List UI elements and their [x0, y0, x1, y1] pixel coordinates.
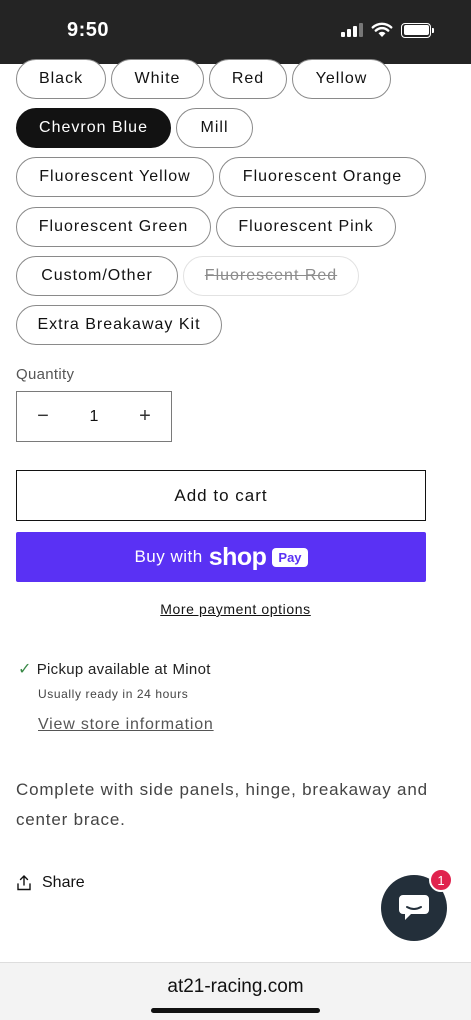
variant-red[interactable]: Red	[209, 59, 287, 99]
status-icons	[341, 22, 434, 38]
chat-bubble-icon	[399, 895, 429, 920]
variant-white[interactable]: White	[111, 59, 204, 99]
variant-fluorescent-red[interactable]: Fluorescent Red	[183, 256, 359, 296]
pay-badge: Pay	[272, 547, 308, 567]
add-to-cart-button[interactable]: Add to cart	[16, 470, 426, 521]
pickup-location: Minot	[172, 660, 211, 678]
variant-fluorescent-pink[interactable]: Fluorescent Pink	[216, 207, 396, 247]
increase-quantity-button[interactable]: +	[119, 392, 171, 441]
variant-chevron-blue[interactable]: Chevron Blue	[16, 108, 171, 148]
browser-address-bar: at21-racing.com	[0, 962, 471, 1020]
cellular-signal-icon	[341, 23, 363, 37]
variant-fluorescent-orange[interactable]: Fluorescent Orange	[219, 157, 426, 197]
view-store-information-link[interactable]: View store information	[38, 716, 214, 734]
variant-custom-other[interactable]: Custom/Other	[16, 256, 178, 296]
buy-with-label: Buy with	[134, 547, 203, 566]
quantity-stepper: − 1 +	[16, 391, 172, 442]
more-payment-options-link[interactable]: More payment options	[0, 601, 471, 617]
variant-mill[interactable]: Mill	[176, 108, 253, 148]
variant-fluorescent-yellow[interactable]: Fluorescent Yellow	[16, 157, 214, 197]
product-description: Complete with side panels, hinge, breaka…	[16, 780, 428, 829]
buy-with-shop-pay-button[interactable]: Buy with shop Pay	[16, 532, 426, 582]
share-icon	[17, 875, 31, 891]
pickup-ready-time: Usually ready in 24 hours	[38, 687, 189, 701]
battery-icon	[401, 22, 434, 38]
home-indicator[interactable]	[151, 1008, 320, 1013]
share-label: Share	[42, 874, 85, 891]
variant-black[interactable]: Black	[16, 59, 106, 99]
url-text[interactable]: at21-racing.com	[0, 976, 471, 998]
wifi-icon	[371, 22, 393, 37]
quantity-input[interactable]: 1	[69, 408, 119, 426]
chat-notification-badge: 1	[429, 868, 453, 892]
pickup-availability: ✓ Pickup available at Minot	[18, 659, 211, 679]
status-time: 9:50	[67, 19, 110, 41]
variant-yellow[interactable]: Yellow	[292, 59, 391, 99]
check-icon: ✓	[18, 661, 32, 678]
pickup-prefix: Pickup available at	[36, 660, 168, 678]
status-bar: 9:50	[0, 0, 471, 64]
decrease-quantity-button[interactable]: −	[17, 392, 69, 441]
share-button[interactable]: Share	[16, 874, 85, 892]
variant-fluorescent-green[interactable]: Fluorescent Green	[16, 207, 211, 247]
shop-logo: shop	[208, 542, 267, 571]
quantity-label: Quantity	[16, 366, 75, 383]
variant-extra-breakaway-kit[interactable]: Extra Breakaway Kit	[16, 305, 222, 345]
